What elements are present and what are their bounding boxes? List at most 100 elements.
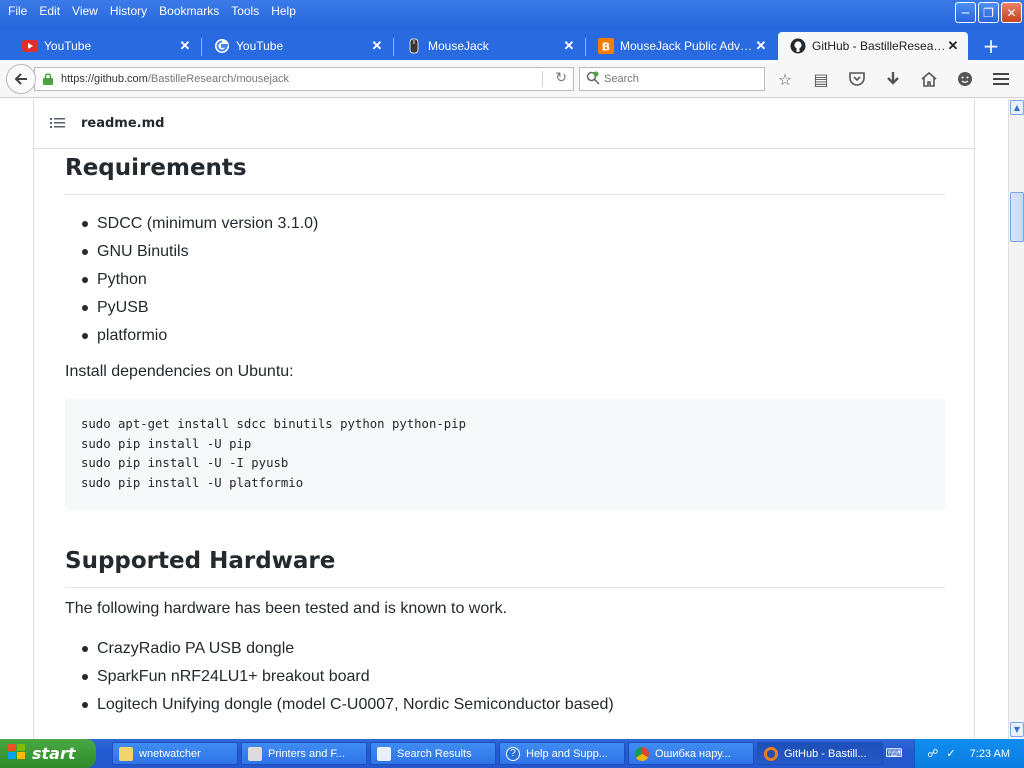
mousejack-icon	[406, 38, 422, 54]
folder-icon	[119, 746, 133, 761]
tab-github[interactable]: GitHub - BastilleResearch/... ✕	[778, 32, 968, 60]
tab-title: MouseJack Public Advisori...	[620, 39, 754, 53]
download-icon[interactable]	[880, 68, 906, 90]
start-label: start	[32, 744, 76, 763]
tab-strip: YouTube ✕ YouTube ✕ MouseJack ✕ B MouseJ…	[0, 30, 1024, 60]
menu-bookmarks[interactable]: Bookmarks	[153, 1, 225, 21]
taskbar-item-label: wnetwatcher	[139, 747, 201, 760]
taskbar-item[interactable]: ? Help and Supp...	[499, 742, 625, 765]
taskbar-item[interactable]: Search Results	[370, 742, 496, 765]
tab-close-icon[interactable]: ✕	[754, 38, 768, 54]
new-tab-button[interactable]: +	[978, 32, 1004, 60]
hamburger-menu-icon[interactable]	[988, 68, 1014, 90]
restore-button[interactable]: ❐	[978, 2, 999, 23]
markdown-body: Requirements SDCC (minimum version 3.1.0…	[65, 155, 945, 722]
vertical-scrollbar[interactable]: ▲ ▼	[1008, 99, 1024, 739]
github-icon	[790, 38, 806, 54]
list-item: PyUSB	[82, 297, 945, 325]
plus-icon: +	[982, 34, 1000, 58]
youtube-icon	[22, 38, 38, 54]
list-item: CrazyRadio PA USB dongle	[82, 638, 945, 666]
list-icon[interactable]	[50, 114, 65, 133]
hardware-intro: The following hardware has been tested a…	[65, 599, 508, 617]
back-button[interactable]	[6, 64, 36, 94]
printer-icon	[248, 746, 262, 761]
code-line: sudo apt-get install sdcc binutils pytho…	[81, 417, 466, 431]
network-icon[interactable]: ☍	[927, 747, 938, 760]
reload-icon[interactable]: ↻	[555, 70, 567, 86]
tab-title: GitHub - BastilleResearch/...	[812, 39, 946, 53]
readme-container: readme.md Requirements SDCC (minimum ver…	[33, 99, 975, 739]
lock-icon	[43, 70, 53, 89]
taskbar-item[interactable]: Ошибка нару...	[628, 742, 754, 765]
taskbar: start wnetwatcher Printers and F... Sear…	[0, 739, 1024, 768]
url-text: https://github.com/BastilleResearch/mous…	[61, 73, 289, 85]
close-window-button[interactable]: ✕	[1001, 2, 1022, 23]
search-placeholder: Search	[604, 73, 639, 85]
security-icon[interactable]: ✓	[946, 747, 955, 760]
scroll-up-button[interactable]: ▲	[1010, 100, 1024, 115]
toolbar-icons: ☆ ▤	[772, 68, 1014, 90]
clock[interactable]: 7:23 AM	[970, 748, 1010, 760]
keyboard-icon[interactable]: ⌨	[884, 744, 904, 762]
menu-tools[interactable]: Tools	[225, 1, 265, 21]
pocket-icon[interactable]	[844, 68, 870, 90]
tab-youtube-2[interactable]: YouTube ✕	[202, 32, 394, 60]
menu-help[interactable]: Help	[265, 1, 302, 21]
minimize-icon: ─	[961, 5, 970, 20]
taskbar-item[interactable]: Printers and F...	[241, 742, 367, 765]
taskbar-item[interactable]: wnetwatcher	[112, 742, 238, 765]
menu-history[interactable]: History	[104, 1, 153, 21]
code-line: sudo pip install -U pip	[81, 436, 252, 451]
tab-title: YouTube	[44, 39, 92, 53]
url-separator	[542, 71, 543, 87]
minimize-button[interactable]: ─	[955, 2, 976, 23]
google-icon	[214, 38, 230, 54]
search-engine-icon	[586, 70, 600, 89]
firefox-icon	[764, 746, 778, 761]
list-item: Python	[82, 269, 945, 297]
url-bar[interactable]: https://github.com/BastilleResearch/mous…	[34, 67, 574, 91]
window-titlebar: File Edit View History Bookmarks Tools H…	[0, 0, 1024, 30]
taskbar-item-label: Printers and F...	[268, 747, 346, 760]
bookmark-star-icon[interactable]: ☆	[772, 68, 798, 90]
tab-mousejack-advisory[interactable]: B MouseJack Public Advisori... ✕	[586, 32, 776, 60]
hardware-list: CrazyRadio PA USB dongle SparkFun nRF24L…	[65, 638, 945, 722]
home-icon[interactable]	[916, 68, 942, 90]
tab-title: MouseJack	[428, 39, 489, 53]
taskbar-item-label: Search Results	[397, 747, 472, 760]
list-item: platformio	[82, 325, 945, 353]
list-item: SparkFun nRF24LU1+ breakout board	[82, 666, 945, 694]
readme-filename: readme.md	[81, 116, 165, 131]
back-arrow-icon	[14, 73, 27, 85]
tab-close-icon[interactable]: ✕	[946, 38, 960, 54]
scroll-thumb[interactable]	[1010, 192, 1024, 242]
system-tray: ☍ ✓ 7:23 AM	[914, 739, 1024, 768]
hardware-heading: Supported Hardware	[65, 548, 945, 588]
menu-file[interactable]: File	[2, 1, 33, 21]
tab-close-icon[interactable]: ✕	[562, 38, 576, 54]
down-arrow-icon: ▼	[1013, 725, 1021, 734]
chrome-icon	[635, 746, 649, 761]
tab-title: YouTube	[236, 39, 284, 53]
install-intro: Install dependencies on Ubuntu:	[65, 363, 294, 380]
hello-chat-icon[interactable]	[952, 68, 978, 90]
windows-logo-icon	[8, 743, 26, 764]
url-host: https://github.com	[61, 73, 148, 85]
scroll-down-button[interactable]: ▼	[1010, 722, 1024, 737]
menu-edit[interactable]: Edit	[33, 1, 66, 21]
search-input[interactable]: Search	[579, 67, 765, 91]
reader-view-icon[interactable]: ▤	[808, 68, 834, 90]
menu-view[interactable]: View	[66, 1, 104, 21]
code-line: sudo pip install -U -I pyusb	[81, 456, 289, 471]
tab-youtube-1[interactable]: YouTube ✕	[10, 32, 202, 60]
tab-close-icon[interactable]: ✕	[178, 38, 192, 54]
blogger-icon: B	[598, 38, 614, 54]
url-path: /BastilleResearch/mousejack	[147, 73, 290, 85]
list-item: Logitech Unifying dongle (model C-U0007,…	[82, 694, 945, 722]
taskbar-item-active[interactable]: GitHub - Bastill...	[757, 742, 883, 765]
tab-mousejack[interactable]: MouseJack ✕	[394, 32, 586, 60]
tab-close-icon[interactable]: ✕	[370, 38, 384, 54]
code-block: sudo apt-get install sdcc binutils pytho…	[65, 399, 945, 510]
start-button[interactable]: start	[0, 739, 96, 768]
